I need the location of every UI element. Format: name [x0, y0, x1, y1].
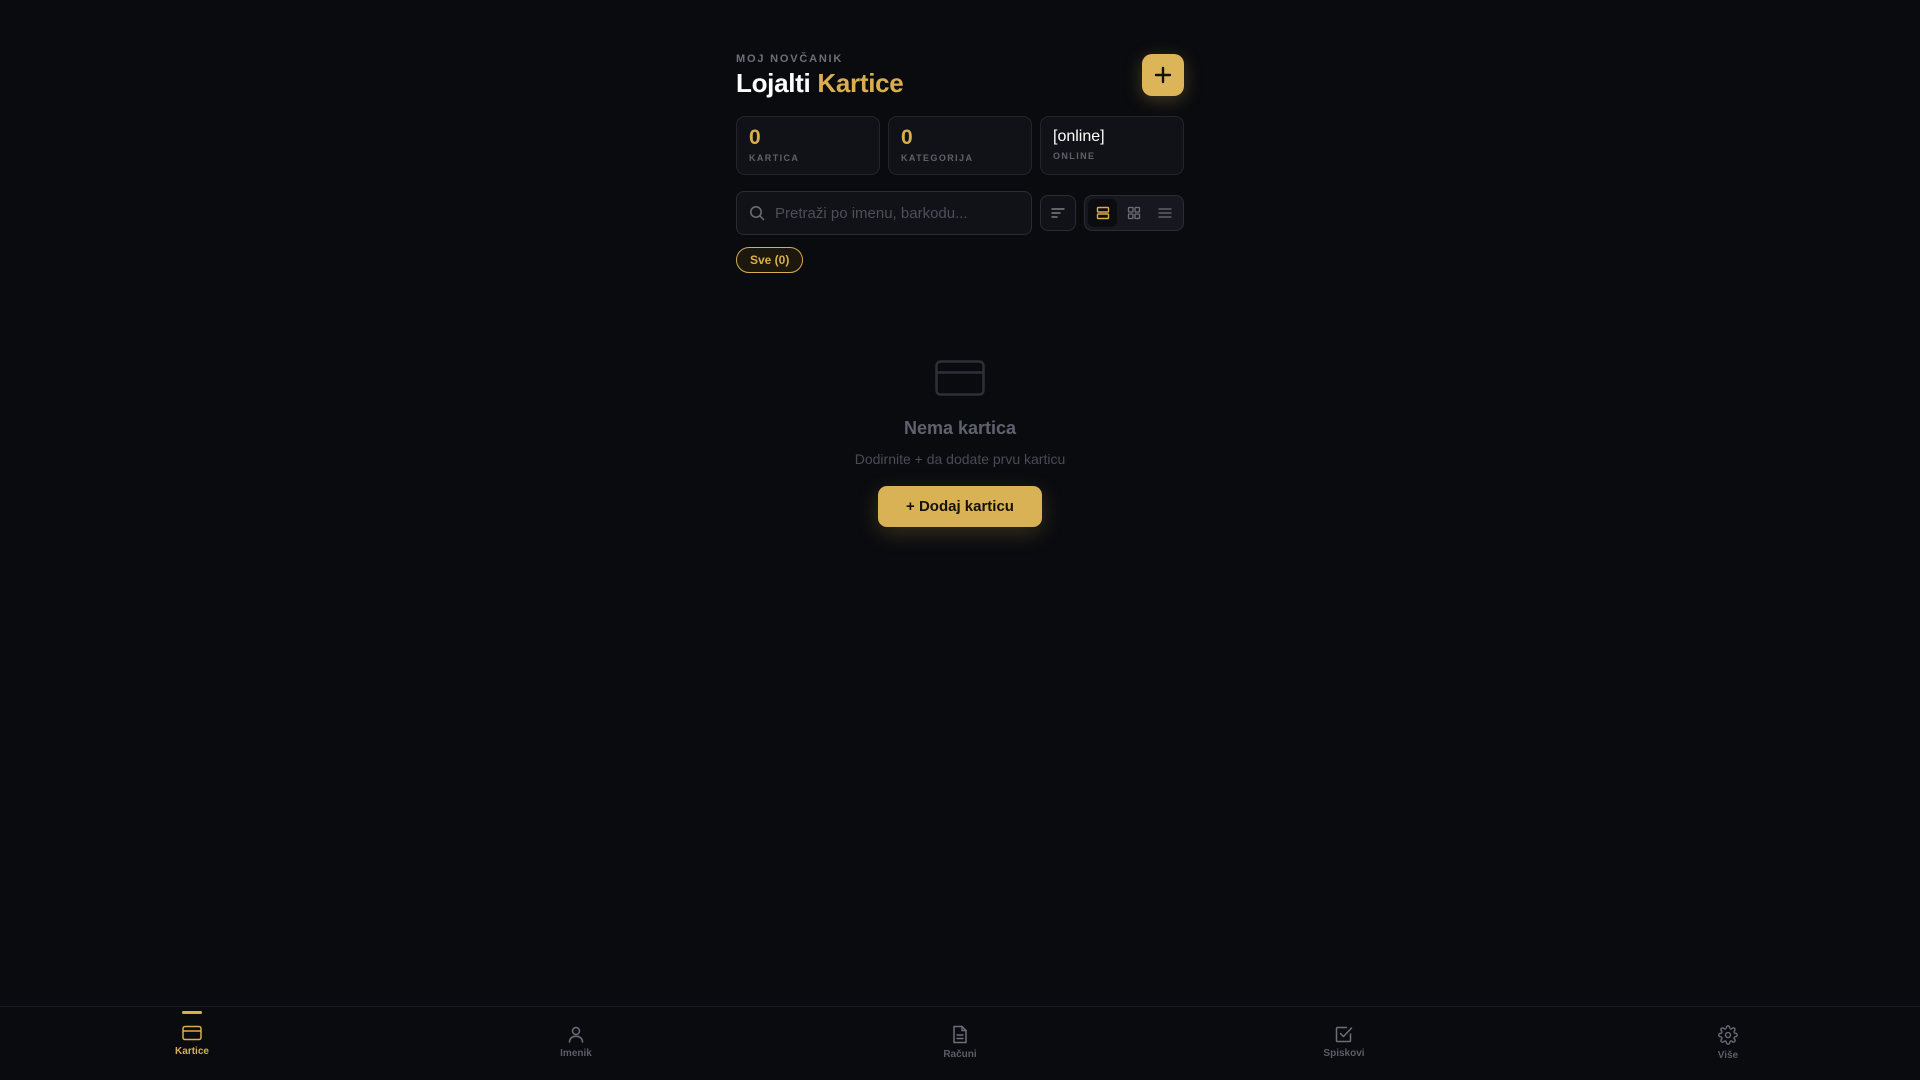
nav-label: Više — [1717, 1050, 1739, 1061]
gear-icon — [1718, 1025, 1738, 1045]
nav-label: Spiskovi — [1323, 1048, 1365, 1059]
bottom-nav: Kartice Imenik Računi Spiskovi Više — [0, 1006, 1920, 1080]
rows-icon — [1096, 206, 1109, 220]
stat-online-value: [online] — [1053, 128, 1105, 145]
view-grid-button[interactable] — [1119, 199, 1148, 227]
user-icon — [568, 1026, 584, 1043]
page-title: Lojalti Kartice — [736, 68, 1184, 99]
empty-state-title: Nema kartica — [903, 418, 1017, 438]
stat-online-label: ONLINE — [1053, 151, 1096, 161]
sort-icon — [1051, 208, 1065, 218]
search-input[interactable] — [775, 204, 1015, 222]
nav-item-vise[interactable]: Više — [1536, 1007, 1920, 1080]
nav-item-kartice[interactable]: Kartice — [0, 1007, 384, 1080]
add-first-card-button[interactable]: + Dodaj karticu — [878, 486, 1042, 527]
nav-item-racuni[interactable]: Računi — [768, 1007, 1152, 1080]
view-compact-list-button[interactable] — [1151, 199, 1180, 227]
stat-categories: 0 KATEGORIJA — [888, 116, 1032, 175]
plus-icon — [1154, 66, 1172, 84]
nav-label: Imenik — [560, 1048, 592, 1059]
stat-categories-value: 0 — [901, 126, 913, 149]
grid-icon — [1127, 206, 1141, 220]
stat-online: [online] ONLINE — [1040, 116, 1184, 175]
main-content: MOJ NOVČANIK Lojalti Kartice 0 KARTICA 0… — [736, 53, 1184, 273]
sort-button[interactable] — [1040, 195, 1076, 231]
search-box[interactable] — [736, 191, 1032, 235]
page-eyebrow: MOJ NOVČANIK — [736, 53, 844, 65]
stat-categories-label: KATEGORIJA — [901, 153, 974, 163]
nav-label: Kartice — [175, 1046, 209, 1057]
card-icon — [182, 1025, 202, 1041]
stat-cards: 0 KARTICA — [736, 116, 880, 175]
view-mode-toggle — [1084, 195, 1184, 231]
nav-item-imenik[interactable]: Imenik — [384, 1007, 768, 1080]
list-icon — [1158, 208, 1172, 218]
page-title-accent: Kartice — [817, 68, 904, 98]
page-header: MOJ NOVČANIK Lojalti Kartice — [736, 53, 1184, 101]
view-list-cards-button[interactable] — [1088, 199, 1118, 227]
nav-item-spiskovi[interactable]: Spiskovi — [1152, 1007, 1536, 1080]
checkbox-icon — [1335, 1026, 1353, 1043]
stat-cards-label: KARTICA — [749, 153, 800, 163]
page-title-main: Lojalti — [736, 68, 811, 98]
stat-cards-value: 0 — [749, 126, 761, 149]
empty-state: Nema kartica Dodirnite + da dodate prvu … — [736, 360, 1184, 527]
document-icon — [953, 1025, 967, 1044]
filter-chip-all[interactable]: Sve (0) — [736, 247, 804, 273]
nav-label: Računi — [943, 1049, 977, 1060]
card-icon — [935, 360, 985, 396]
stats-row: 0 KARTICA 0 KATEGORIJA [online] ONLINE — [736, 116, 1184, 175]
toolbar — [736, 191, 1184, 235]
active-tab-indicator — [182, 1011, 202, 1014]
empty-state-subtitle: Dodirnite + da dodate prvu karticu — [854, 451, 1066, 467]
search-icon — [750, 206, 765, 221]
add-card-button[interactable] — [1142, 54, 1184, 96]
category-filters: Sve (0) — [736, 247, 1184, 273]
